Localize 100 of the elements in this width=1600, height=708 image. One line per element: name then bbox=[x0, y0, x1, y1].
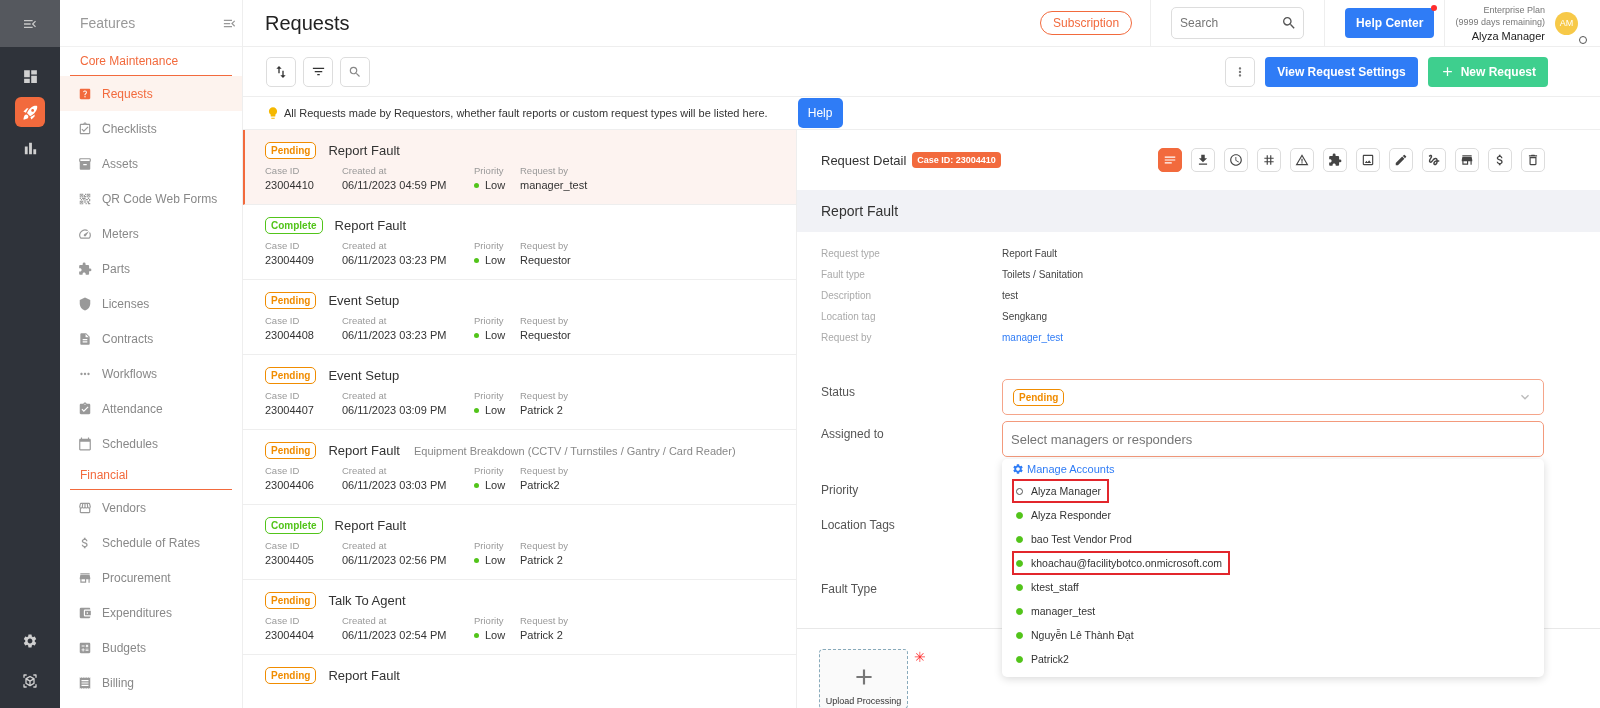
request-subtitle: Equipment Breakdown (CCTV / Turnstiles / Gantry / Card Reader) bbox=[414, 444, 736, 457]
field-label: Priority bbox=[474, 240, 505, 251]
search-field[interactable]: Search bbox=[1171, 7, 1305, 39]
sort-button[interactable] bbox=[266, 56, 296, 87]
assignee-field[interactable]: Select managers or responders bbox=[1002, 421, 1544, 457]
field-value: 23004410 bbox=[265, 179, 314, 191]
request-item[interactable]: Complete Report Fault Case ID Created at Priority Request by 23004409 06/11/2023 03:23 PM Low Requestor bbox=[243, 205, 796, 280]
field-label: Request by bbox=[520, 165, 570, 176]
request-item[interactable]: Pending Event Setup Case ID Created at Priority Request by 23004408 06/11/2023 03:23 PM Low Requestor bbox=[243, 280, 796, 355]
priority-dot bbox=[474, 332, 479, 338]
field-value: Low bbox=[485, 629, 506, 641]
field-value: Low bbox=[485, 554, 506, 566]
assignee-option[interactable]: Nguyễn Lê Thành Đạt bbox=[1012, 623, 1142, 647]
status-badge: Pending bbox=[265, 367, 317, 384]
priority-dot bbox=[474, 182, 479, 188]
page-title: Requests bbox=[265, 11, 351, 35]
assignee-option[interactable]: khoachau@facilitybotco.onmicrosoft.com bbox=[1012, 551, 1230, 575]
sidebar-item-label: Procurement bbox=[102, 570, 171, 585]
help-button[interactable]: Help bbox=[797, 98, 843, 128]
sidebar-item-label: Licenses bbox=[102, 296, 150, 311]
view-settings-button[interactable]: View Request Settings bbox=[1265, 56, 1418, 87]
field-label: Priority bbox=[474, 540, 505, 551]
field-label: Created at bbox=[342, 465, 388, 476]
request-item[interactable]: Pending Talk To Agent Case ID Created at Priority Request by 23004404 06/11/2023 02:54 PM Low Patrick 2 bbox=[243, 580, 796, 655]
sidebar-item[interactable]: Contracts bbox=[60, 321, 242, 356]
sidebar-item[interactable]: Budgets bbox=[60, 630, 242, 665]
sidebar-item[interactable]: Billing bbox=[60, 665, 242, 700]
rail-button[interactable] bbox=[15, 97, 45, 127]
info-label: Fault type bbox=[821, 269, 866, 280]
sidebar-item[interactable]: Meters bbox=[60, 216, 242, 251]
assignee-option[interactable]: ktest_staff bbox=[1012, 575, 1087, 599]
field-label: Created at bbox=[342, 315, 388, 326]
status-badge: Pending bbox=[1013, 388, 1065, 406]
filter-button[interactable] bbox=[303, 56, 333, 87]
request-item[interactable]: Complete Report Fault Case ID Created at Priority Request by 23004405 06/11/2023 02:56 PM Low Patrick 2 bbox=[243, 505, 796, 580]
assignee-option[interactable]: manager_test bbox=[1012, 599, 1104, 623]
field-value: 06/11/2023 02:54 PM bbox=[342, 629, 447, 641]
field-label: Case ID bbox=[265, 465, 301, 476]
status-badge: Pending bbox=[265, 292, 317, 309]
sidebar-item-label: Expenditures bbox=[102, 605, 173, 620]
assignee-option[interactable]: Alyza Manager bbox=[1012, 479, 1110, 503]
field-label: Case ID bbox=[265, 540, 301, 551]
status-select[interactable]: Pending bbox=[1002, 379, 1544, 415]
info-label: Location tag bbox=[821, 311, 877, 322]
sidebar-item[interactable]: Parts bbox=[60, 251, 242, 286]
sidebar-item[interactable]: Schedules bbox=[60, 426, 242, 461]
sidebar-item[interactable]: Expenditures bbox=[60, 595, 242, 630]
option-label: Patrick2 bbox=[1031, 653, 1069, 665]
field-value: manager_test bbox=[520, 179, 588, 191]
sidebar-item[interactable]: Attendance bbox=[60, 391, 242, 426]
sidebar-item[interactable]: QR Code Web Forms bbox=[60, 181, 242, 216]
signature-icon bbox=[1427, 153, 1441, 167]
priority-dot bbox=[474, 257, 479, 263]
clipboard-check-icon bbox=[78, 401, 92, 416]
subscription-button[interactable]: Subscription bbox=[1040, 11, 1133, 35]
field-value: Low bbox=[485, 254, 506, 266]
request-item[interactable]: Pending Event Setup Case ID Created at Priority Request by 23004407 06/11/2023 03:09 PM Low Patrick 2 bbox=[243, 355, 796, 430]
field-value: 23004404 bbox=[265, 629, 314, 641]
field-label: Created at bbox=[342, 165, 388, 176]
qr-code-icon bbox=[78, 191, 92, 206]
new-request-button[interactable]: New Request bbox=[1427, 56, 1548, 87]
requester-link[interactable]: manager_test bbox=[1002, 332, 1084, 343]
sidebar-item[interactable]: Workflows bbox=[60, 356, 242, 391]
sidebar-item[interactable]: Procurement bbox=[60, 560, 242, 595]
assignee-option[interactable]: bao Test Vendor Prod bbox=[1012, 527, 1140, 551]
request-title: Report Fault bbox=[328, 668, 400, 683]
manage-accounts-link[interactable]: Manage Accounts bbox=[1012, 463, 1115, 475]
request-item[interactable]: Pending Report Fault bbox=[243, 655, 796, 708]
sidebar-item[interactable]: Checklists bbox=[60, 111, 242, 146]
sidebar-item[interactable]: Licenses bbox=[60, 286, 242, 321]
upload-button[interactable]: Upload Processing bbox=[819, 649, 908, 708]
field-label: Case ID bbox=[265, 240, 301, 251]
field-value: Patrick2 bbox=[520, 479, 560, 491]
sidebar-item[interactable]: Vendors bbox=[60, 490, 242, 525]
sidebar-item[interactable]: Assets bbox=[60, 146, 242, 181]
calendar-icon bbox=[78, 436, 92, 451]
help-center-button[interactable]: Help Center bbox=[1345, 8, 1435, 38]
field-value: 23004407 bbox=[265, 404, 314, 416]
sidebar-item[interactable]: Schedule of Rates bbox=[60, 525, 242, 560]
request-item[interactable]: Pending Report Fault Case ID Created at Priority Request by 23004410 06/11/2023 04:59 PM Low manager_test bbox=[243, 130, 796, 205]
assignee-option[interactable]: Alyza Responder bbox=[1012, 503, 1119, 527]
sidebar-item-label: Billing bbox=[102, 675, 134, 690]
field-label: Created at bbox=[342, 540, 388, 551]
field-label: Created at bbox=[342, 240, 388, 251]
field-label: Created at bbox=[342, 390, 388, 401]
shield-icon bbox=[78, 296, 92, 311]
search-button[interactable] bbox=[340, 56, 370, 87]
field-value: 23004405 bbox=[265, 554, 314, 566]
delete-icon bbox=[1526, 153, 1540, 167]
field-label: Case ID bbox=[265, 315, 301, 326]
sidebar-item-label: Meters bbox=[102, 226, 139, 241]
form-label: Priority bbox=[821, 482, 860, 499]
request-item[interactable]: Pending Report Fault Equipment Breakdown (CCTV / Turnstiles / Gantry / Card Reader) Case ID Created at Priority Request by 23004406 06/11/2023 03:03 PM Low Patrick2 bbox=[243, 430, 796, 505]
field-value: 06/11/2023 03:09 PM bbox=[342, 404, 447, 416]
assignee-option[interactable]: Patrick2 bbox=[1012, 647, 1077, 671]
option-label: bao Test Vendor Prod bbox=[1031, 533, 1132, 545]
field-label: Request by bbox=[520, 615, 569, 626]
field-value: Requestor bbox=[520, 329, 571, 341]
sidebar-title: Features bbox=[80, 15, 136, 31]
sidebar-item[interactable]: Requests bbox=[60, 76, 242, 111]
